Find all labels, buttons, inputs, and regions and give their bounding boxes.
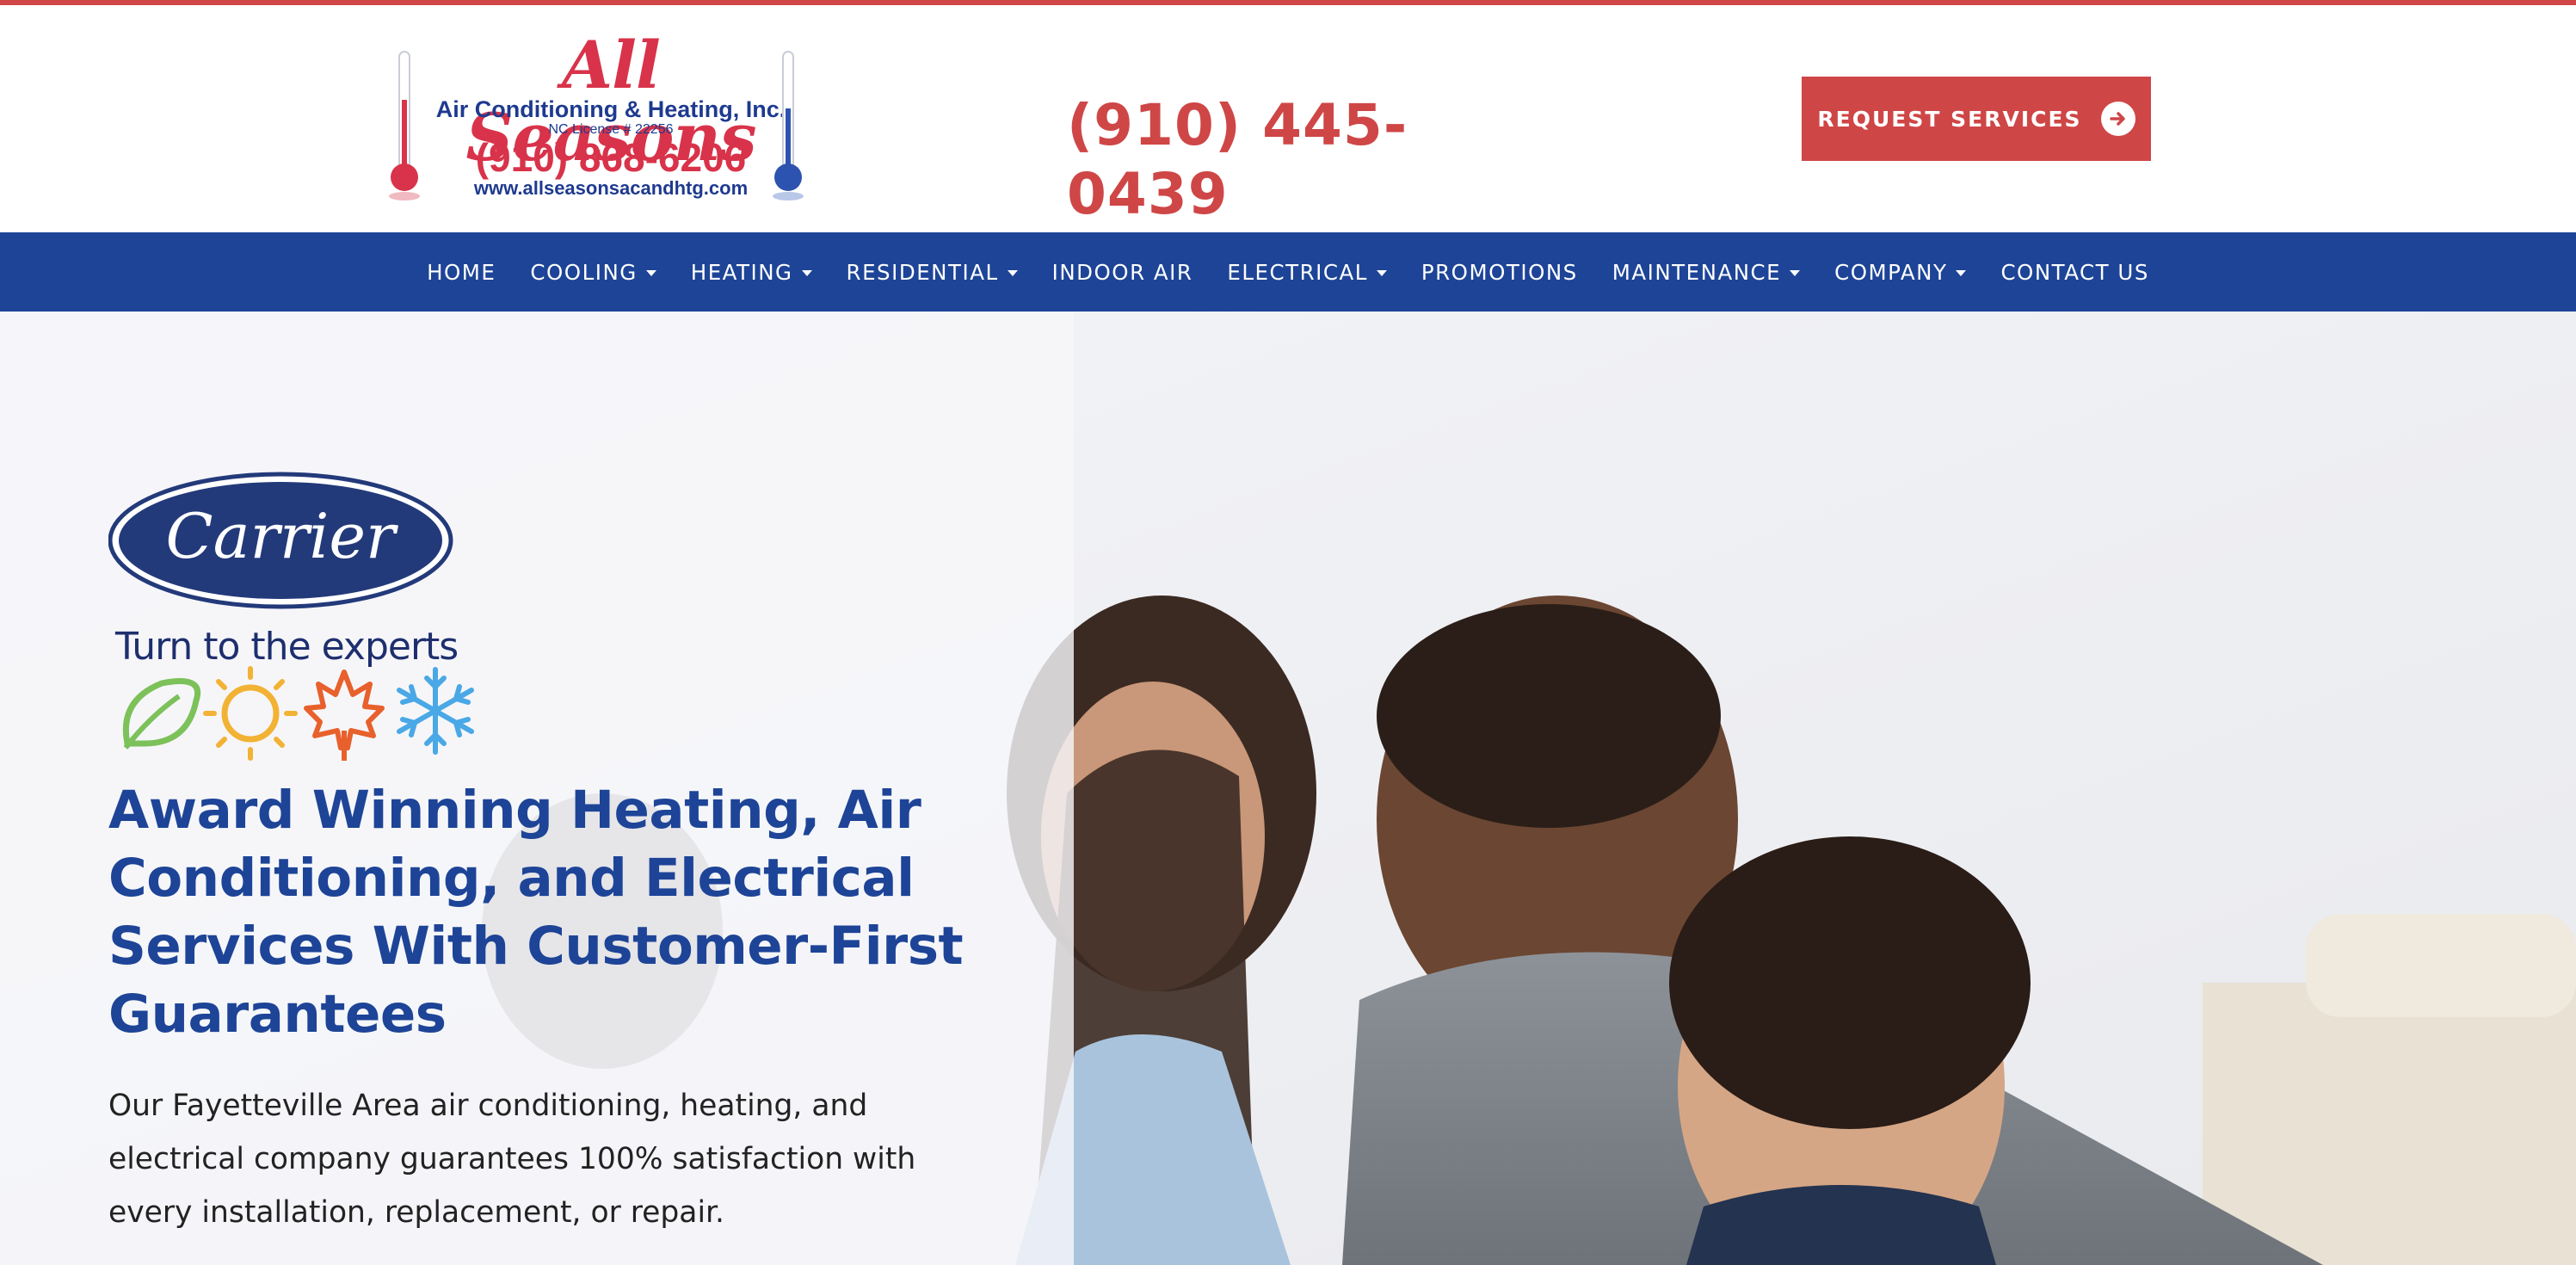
red-thermometer-icon	[389, 51, 420, 201]
nav-item-indoor-air[interactable]: INDOOR AIR	[1035, 232, 1211, 312]
leaf-icon	[122, 678, 200, 750]
snowflake-icon	[397, 667, 474, 755]
request-services-label: REQUEST SERVICES	[1817, 106, 2082, 132]
sun-icon	[203, 666, 298, 761]
hero-heading: Award Winning Heating, Air Conditioning,…	[108, 780, 964, 1045]
nav-item-company[interactable]: COMPANY	[1817, 232, 1983, 312]
caret-down-icon	[1956, 269, 1967, 276]
season-icons	[122, 666, 474, 761]
nav-item-label: ELECTRICAL	[1227, 259, 1368, 285]
nav-item-home[interactable]: HOME	[410, 232, 513, 312]
site-header: All Seasons Air Conditioning & Heating, …	[0, 5, 2576, 232]
nav-item-promotions[interactable]: PROMOTIONS	[1404, 232, 1595, 312]
nav-item-maintenance[interactable]: MAINTENANCE	[1595, 232, 1817, 312]
nav-item-label: PROMOTIONS	[1420, 259, 1578, 285]
caret-down-icon	[1007, 269, 1018, 276]
main-navigation: HOME COOLING HEATING RESIDENTIAL INDOOR …	[0, 232, 2576, 312]
all-seasons-logo[interactable]: All Seasons Air Conditioning & Heating, …	[385, 29, 816, 210]
carrier-logo[interactable]: Carrier	[108, 472, 461, 618]
caret-down-icon	[645, 269, 656, 276]
hero-body-text: Our Fayetteville Area air conditioning, …	[108, 1089, 916, 1230]
header-phone-number[interactable]: (910) 445-0439	[1067, 91, 1514, 227]
nav-item-contact-us[interactable]: CONTACT US	[1983, 232, 2166, 312]
nav-item-residential[interactable]: RESIDENTIAL	[829, 232, 1035, 312]
nav-item-label: COMPANY	[1834, 259, 1948, 285]
caret-down-icon	[1376, 269, 1387, 276]
nav-item-cooling[interactable]: COOLING	[513, 232, 673, 312]
caret-down-icon	[1790, 269, 1801, 276]
caret-down-icon	[801, 269, 812, 276]
brand-subtitle: Air Conditioning & Heating, Inc.	[435, 96, 786, 122]
brand-logo-phone: (910) 868-6206	[475, 135, 747, 180]
brand-url: www.allseasonsacandhtg.com	[473, 177, 749, 199]
maple-leaf-icon	[304, 670, 385, 761]
nav-item-electrical[interactable]: ELECTRICAL	[1210, 232, 1403, 312]
nav-item-label: HOME	[427, 259, 496, 285]
nav-item-heating[interactable]: HEATING	[674, 232, 829, 312]
request-services-button[interactable]: REQUEST SERVICES	[1802, 77, 2151, 161]
nav-item-label: HEATING	[690, 259, 793, 285]
blue-thermometer-icon	[773, 51, 804, 201]
nav-item-label: CONTACT US	[2000, 259, 2149, 285]
carrier-name: Carrier	[166, 500, 398, 572]
arrow-right-circle-icon	[2100, 102, 2135, 136]
nav-item-label: COOLING	[530, 259, 638, 285]
nav-item-label: MAINTENANCE	[1612, 259, 1782, 285]
carrier-tagline: Turn to the experts	[115, 625, 459, 669]
nav-item-label: INDOOR AIR	[1051, 259, 1193, 285]
nav-item-label: RESIDENTIAL	[846, 259, 999, 285]
hero-section: Carrier Turn to the experts Award Winnin…	[0, 312, 2576, 1265]
